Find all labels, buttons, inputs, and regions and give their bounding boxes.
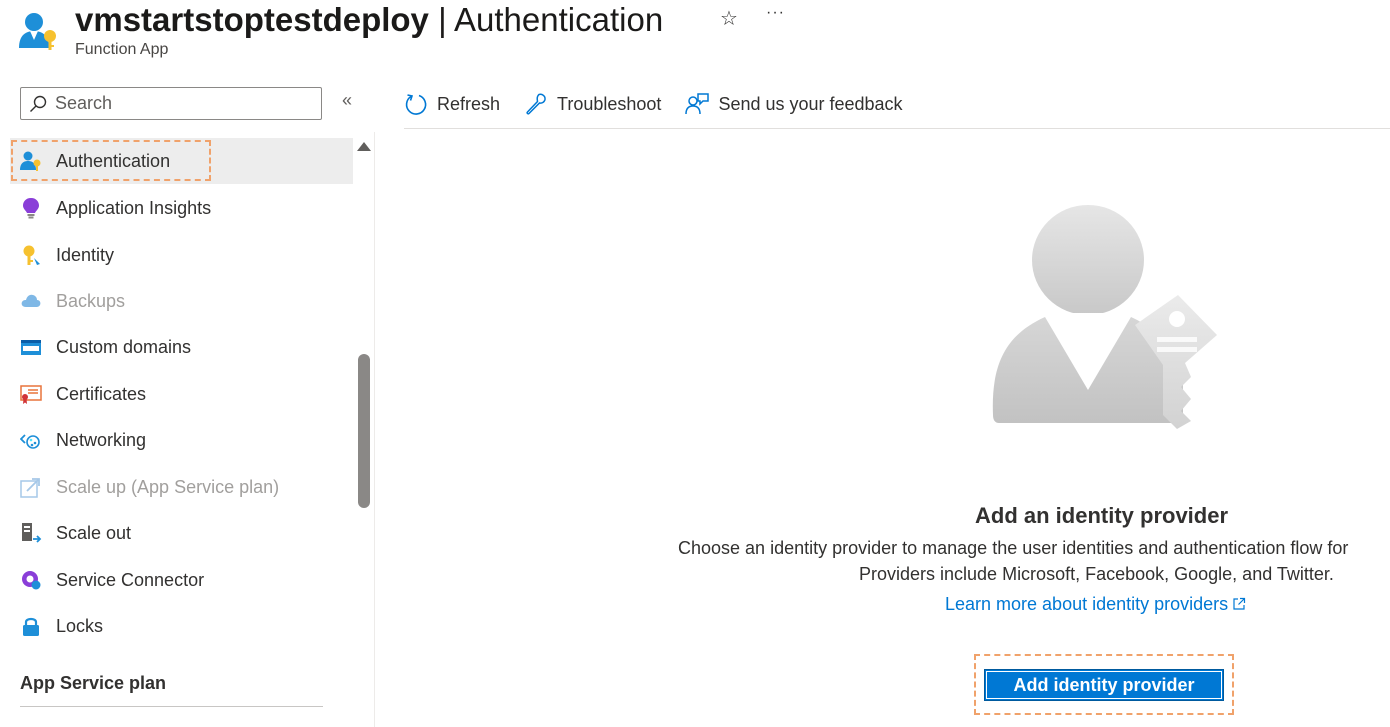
- sidebar-divider: [374, 132, 375, 727]
- resource-name: vmstartstoptestdeploy: [75, 1, 429, 38]
- refresh-icon: [405, 94, 427, 115]
- section-header-app-service-plan: App Service plan: [20, 673, 167, 693]
- service-connector-icon: [22, 571, 41, 590]
- resource-type: Function App: [75, 41, 169, 58]
- scale-up-icon: [20, 478, 40, 498]
- sidebar-item-label: Scale out: [56, 522, 132, 543]
- application-insights-icon: [23, 198, 39, 219]
- external-link-icon: [1233, 597, 1246, 610]
- sidebar-item-certificates[interactable]: Certificates: [10, 371, 353, 417]
- search-icon: [30, 95, 47, 112]
- sidebar-item-label: Networking: [56, 429, 147, 450]
- empty-state-description-line1: Choose an identity provider to manage th…: [678, 538, 1349, 558]
- certificates-icon: [20, 385, 42, 404]
- locks-icon: [23, 617, 39, 636]
- more-options-button[interactable]: ···: [766, 4, 785, 22]
- search-input[interactable]: [55, 93, 305, 114]
- backups-icon: [21, 294, 41, 307]
- troubleshoot-button[interactable]: Troubleshoot: [524, 92, 661, 116]
- sidebar-item-locks[interactable]: Locks: [10, 603, 353, 649]
- blade-name: Authentication: [454, 1, 664, 38]
- identity-icon: [23, 245, 40, 265]
- sidebar-search[interactable]: [20, 87, 322, 120]
- title-separator: |: [428, 1, 455, 38]
- sidebar-item-scale-up[interactable]: Scale up (App Service plan): [10, 464, 353, 510]
- wrench-icon: [526, 93, 546, 115]
- refresh-label: Refresh: [437, 93, 501, 114]
- sidebar-item-identity[interactable]: Identity: [10, 232, 353, 278]
- sidebar-item-label: Authentication: [56, 150, 171, 171]
- sidebar-item-custom-domains[interactable]: Custom domains: [10, 324, 353, 370]
- feedback-icon: [685, 93, 710, 115]
- sidebar-item-label: Scale up (App Service plan): [56, 476, 280, 497]
- refresh-button[interactable]: Refresh: [404, 92, 500, 116]
- sidebar-item-service-connector[interactable]: Service Connector: [10, 557, 353, 603]
- custom-domains-icon: [21, 340, 41, 355]
- sidebar-item-label: Service Connector: [56, 569, 205, 590]
- empty-state-description-line2: Providers include Microsoft, Facebook, G…: [859, 564, 1334, 584]
- troubleshoot-label: Troubleshoot: [557, 93, 662, 114]
- collapse-sidebar-button[interactable]: «: [342, 90, 352, 111]
- sidebar-item-networking[interactable]: Networking: [10, 417, 353, 463]
- sidebar-item-label: Locks: [56, 615, 104, 636]
- command-bar-divider: [404, 128, 1390, 129]
- page-title: vmstartstoptestdeploy | Authentication: [75, 0, 663, 40]
- sidebar-item-authentication[interactable]: Authentication: [10, 138, 353, 184]
- sidebar-item-application-insights[interactable]: Application Insights: [10, 185, 353, 231]
- feedback-label: Send us your feedback: [718, 93, 903, 114]
- add-identity-provider-button[interactable]: Add identity provider: [984, 669, 1224, 701]
- learn-more-label: Learn more about identity providers: [945, 594, 1229, 614]
- feedback-button[interactable]: Send us your feedback: [685, 92, 903, 116]
- sidebar-item-label: Custom domains: [56, 336, 192, 357]
- scroll-up-arrow[interactable]: [357, 142, 371, 151]
- sidebar-item-label: Application Insights: [56, 197, 212, 218]
- authentication-icon: [20, 151, 41, 171]
- command-bar: Refresh Troubleshoot Send us your feedba…: [404, 86, 927, 122]
- learn-more-link[interactable]: Learn more about identity providers: [945, 594, 1246, 615]
- sidebar-item-label: Backups: [56, 290, 126, 311]
- sidebar-item-scale-out[interactable]: Scale out: [10, 510, 353, 556]
- star-icon[interactable]: ☆: [720, 6, 738, 31]
- scale-out-icon: [22, 523, 42, 543]
- sidebar-item-label: Identity: [56, 244, 115, 265]
- networking-icon: [20, 434, 40, 449]
- empty-state-title: Add an identity provider: [975, 503, 1229, 528]
- sidebar-scrollbar-thumb[interactable]: [358, 354, 370, 508]
- sidebar-item-label: Certificates: [56, 383, 147, 404]
- sidebar-item-backups[interactable]: Backups: [10, 278, 353, 324]
- section-divider: [20, 706, 323, 707]
- user-key-illustration: [992, 205, 1217, 429]
- function-app-auth-icon: [18, 10, 60, 52]
